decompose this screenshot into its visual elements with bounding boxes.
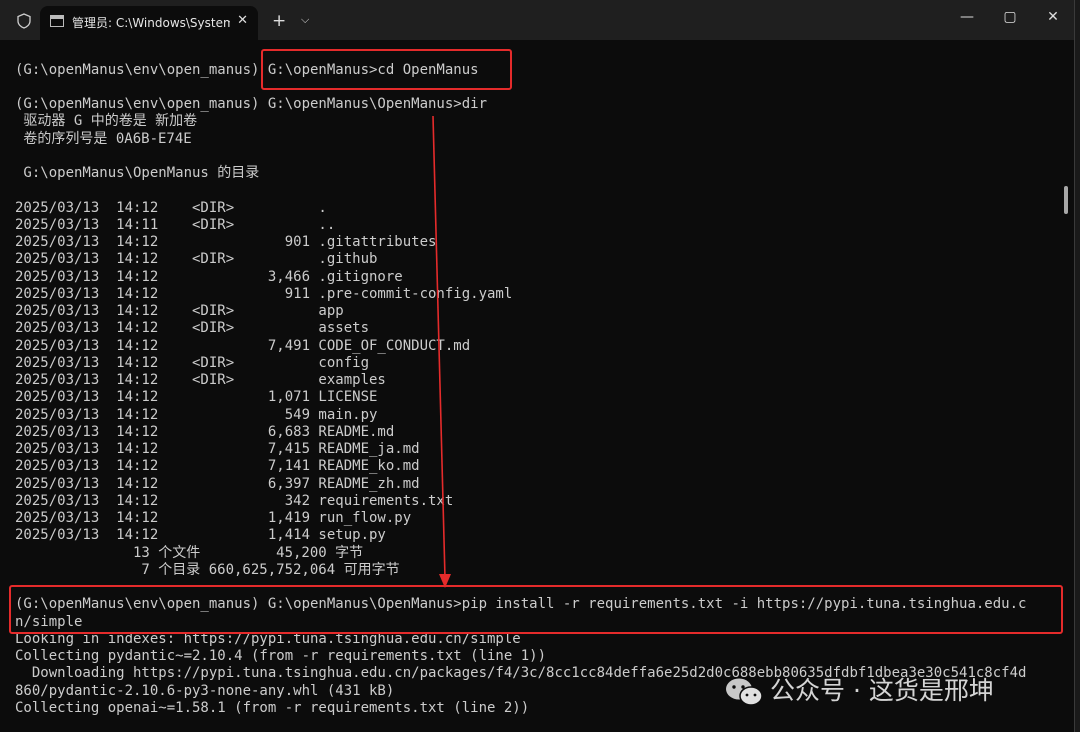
terminal-line: 2025/03/13 14:12 7,491 CODE_OF_CONDUCT.m…: [15, 337, 471, 354]
terminal-line: 2025/03/13 14:12 1,419 run_flow.py: [15, 510, 412, 526]
highlight-cd-command: [261, 49, 512, 90]
minimize-button[interactable]: —: [955, 9, 979, 29]
terminal-line: 2025/03/13 14:12 901 .gitattributes: [15, 234, 437, 250]
highlight-pip-command: [9, 585, 1063, 634]
wechat-icon: [726, 678, 763, 706]
terminal-line: 2025/03/13 14:12 1,414 setup.py: [15, 527, 386, 544]
background-strip: [1075, 0, 1080, 732]
terminal-line: 驱动器 G 中的卷是 新加卷: [15, 113, 198, 130]
terminal-line: 2025/03/13 14:12 6,397 README_zh.md: [15, 475, 420, 492]
terminal-line: 2025/03/13 14:12 <DIR> .: [15, 199, 327, 216]
terminal-line: 860/pydantic-2.10.6-py3-none-any.whl (43…: [15, 682, 395, 699]
terminal-line: 2025/03/13 14:12 <DIR> assets: [15, 320, 370, 337]
terminal-line: G:\openManus\OpenManus 的目录: [15, 165, 260, 181]
close-button[interactable]: ✕: [1041, 9, 1065, 29]
terminal-line: 2025/03/13 14:12 6,683 README.md: [15, 423, 395, 440]
terminal-line: Collecting pydantic~=2.10.4 (from -r req…: [15, 648, 547, 664]
terminal-line: 2025/03/13 14:12 549 main.py: [15, 406, 378, 423]
shield-icon: [17, 13, 31, 29]
title-bar: 管理员: C:\Windows\System32\cmd.exe ✕ + ⌵ —…: [0, 0, 1074, 40]
terminal-line: 13 个文件 45,200 字节: [15, 544, 364, 561]
terminal-line: 2025/03/13 14:12 <DIR> config: [15, 354, 370, 371]
terminal-line: 2025/03/13 14:12 <DIR> .github: [15, 251, 378, 268]
terminal-line: 2025/03/13 14:11 <DIR> ..: [15, 216, 336, 233]
maximize-button[interactable]: ▢: [998, 9, 1022, 29]
terminal-line: 2025/03/13 14:12 <DIR> app: [15, 303, 344, 319]
terminal-line: 2025/03/13 14:12 1,071 LICENSE: [15, 389, 378, 406]
watermark-text: 公众号 · 这货是邢坤: [770, 676, 994, 705]
terminal-line: 2025/03/13 14:12 7,141 README_ko.md: [15, 458, 420, 475]
terminal-line: 卷的序列号是 0A6B-E74E: [15, 130, 192, 147]
new-tab-button[interactable]: +: [272, 11, 286, 31]
tab-cmd[interactable]: 管理员: C:\Windows\System32\cmd.exe ✕: [40, 6, 258, 40]
scrollbar-thumb[interactable]: [1064, 186, 1068, 214]
terminal-line: 7 个目录 660,625,752,064 可用字节: [15, 561, 400, 578]
terminal-icon: [50, 15, 64, 27]
terminal-line: (G:\openManus\env\open_manus) G:\openMan…: [15, 96, 488, 112]
terminal-line: 2025/03/13 14:12 7,415 README_ja.md: [15, 441, 420, 457]
chevron-down-icon[interactable]: ⌵: [301, 13, 309, 27]
tab-title: 管理员: C:\Windows\System32\cmd.exe: [72, 16, 230, 30]
terminal-line: 2025/03/13 14:12 3,466 .gitignore: [15, 268, 403, 285]
terminal-line: 2025/03/13 14:12 <DIR> examples: [15, 372, 386, 388]
watermark: 公众号 · 这货是邢坤: [724, 671, 994, 707]
terminal-line: 2025/03/13 14:12 342 requirements.txt: [15, 492, 454, 509]
terminal-line: 2025/03/13 14:12 911 .pre-commit-config.…: [15, 285, 513, 302]
close-icon[interactable]: ✕: [237, 13, 248, 28]
terminal-line: Collecting openai~=1.58.1 (from -r requi…: [15, 699, 530, 716]
